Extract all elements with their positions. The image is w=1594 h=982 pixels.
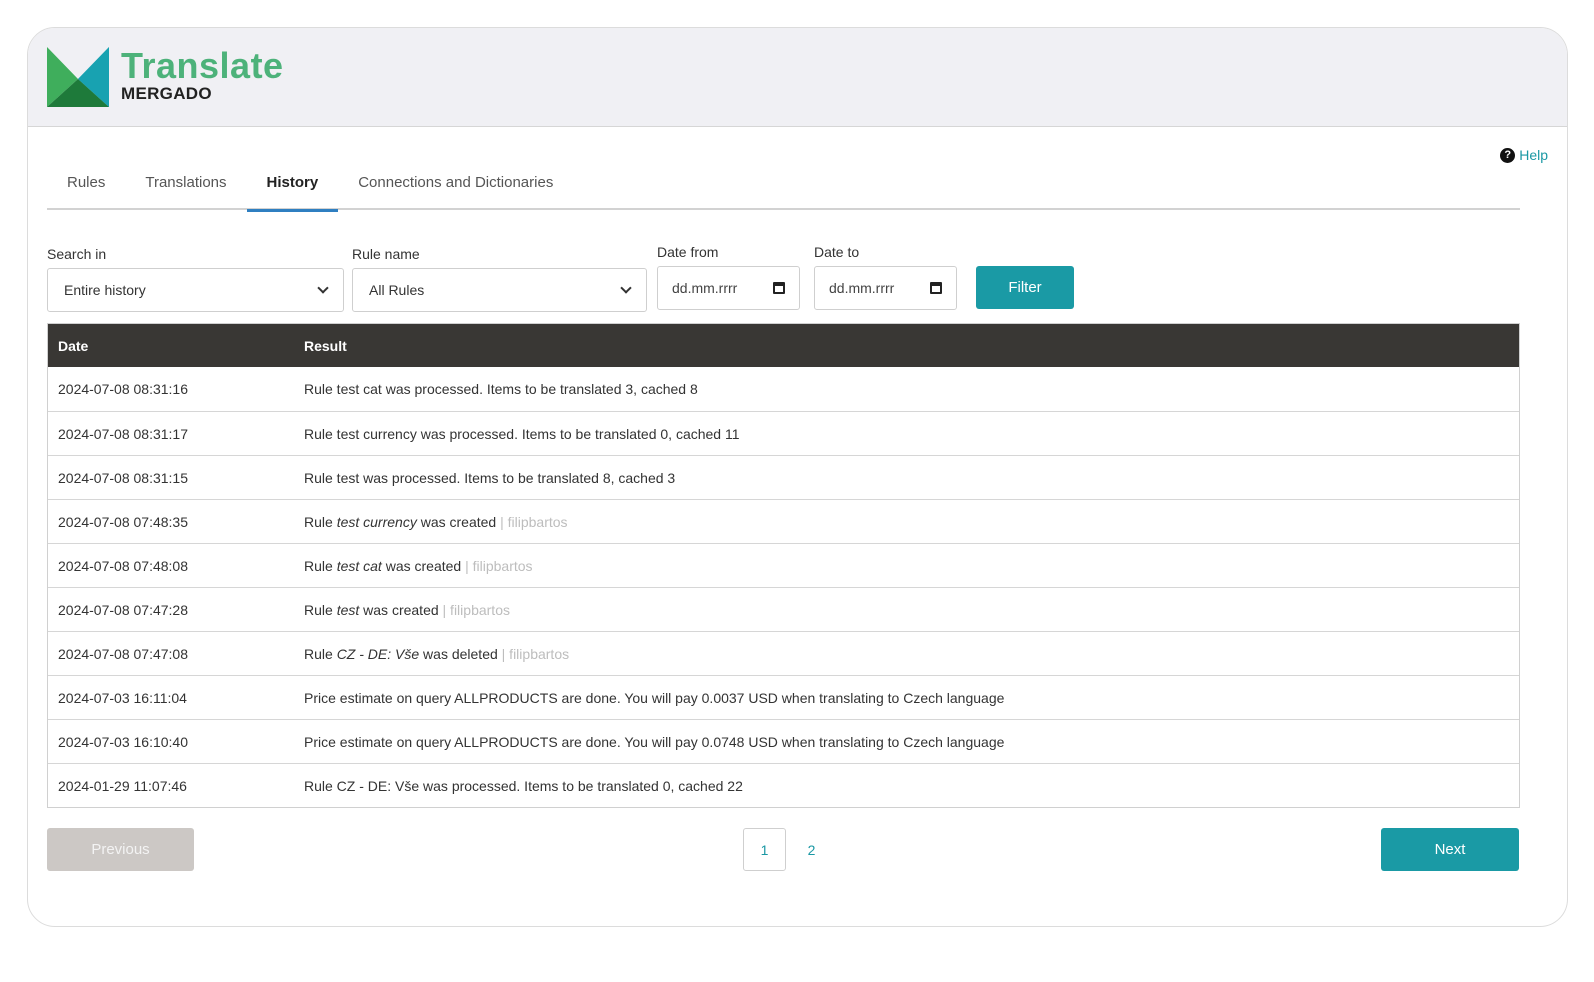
date-to-label: Date to — [814, 244, 860, 260]
question-circle-icon: ? — [1500, 147, 1516, 163]
rule-name-select[interactable]: All Rules — [352, 268, 647, 312]
table-row: 2024-01-29 11:07:46 Rule CZ - DE: Vše was… — [48, 763, 1519, 807]
chevron-down-icon — [620, 282, 632, 294]
row-result: Rule test currency was created | filipba… — [304, 514, 1519, 530]
tab-rules[interactable]: Rules — [47, 164, 125, 210]
table-row: 2024-07-03 16:10:40 Price estimate on que… — [48, 719, 1519, 763]
user-name: | filipbartos — [497, 645, 570, 662]
user-name: | filipbartos — [438, 601, 510, 618]
search-in-field: Search in Entire history — [47, 246, 344, 312]
logo-subtitle: MERGADO — [121, 84, 212, 103]
row-result: Price estimate on query ALLPRODUCTS are … — [304, 734, 1519, 750]
page-1-link[interactable]: 1 — [743, 828, 786, 871]
date-from-placeholder: dd.mm.rrrr — [672, 280, 738, 296]
search-in-label: Search in — [47, 246, 107, 262]
next-button[interactable]: Next — [1381, 828, 1519, 871]
result-text: Rule — [304, 645, 337, 662]
table-row: 2024-07-08 08:31:16 Rule test cat was pro… — [48, 367, 1519, 411]
result-text: Rule test cat was processed. Items to be… — [304, 381, 698, 397]
filter-bar: Search in Entire history Rule name All R… — [47, 244, 1520, 314]
result-text-suffix: was created — [381, 557, 462, 574]
row-result: Rule test currency was processed. Items … — [304, 426, 1519, 442]
pagination-pages: 1 2 — [743, 828, 833, 871]
result-text: Price estimate on query ALLPRODUCTS are … — [304, 689, 1005, 706]
row-date: 2024-07-08 07:47:08 — [58, 645, 188, 662]
date-from-label: Date from — [657, 244, 719, 260]
chevron-down-icon — [317, 282, 329, 294]
tab-translations[interactable]: Translations — [125, 164, 246, 210]
table-body: 2024-07-08 08:31:16 Rule test cat was pro… — [48, 367, 1519, 807]
result-text: Price estimate on query ALLPRODUCTS are … — [304, 733, 1005, 750]
row-result: Rule test was processed. Items to be tra… — [304, 470, 1519, 486]
result-text: Rule CZ - DE: Vše was processed. Items t… — [304, 777, 743, 794]
main-tabs: Rules Translations History Connections a… — [47, 164, 1520, 212]
page-2-link[interactable]: 2 — [790, 828, 833, 871]
app-card: Translate MERGADO ? Help Rules Translati… — [27, 27, 1568, 927]
row-result: Rule test was created | filipbartos — [304, 602, 1519, 618]
rule-name-italic: test currency — [336, 513, 417, 530]
table-row: 2024-07-03 16:11:04 Price estimate on que… — [48, 675, 1519, 719]
table-row: 2024-07-08 07:47:28 Rule test was created… — [48, 587, 1519, 631]
row-date: 2024-07-08 07:48:08 — [58, 557, 188, 574]
result-text-suffix: was deleted — [419, 645, 498, 662]
rule-name-label: Rule name — [352, 246, 420, 262]
table-row: 2024-07-08 07:47:08 Rule CZ - DE: Vše was… — [48, 631, 1519, 675]
translate-logo-icon — [47, 47, 109, 107]
search-in-value: Entire history — [64, 282, 146, 298]
column-header-date: Date — [58, 337, 89, 354]
tab-history[interactable]: History — [246, 164, 339, 212]
rule-name-italic: test cat — [336, 557, 382, 574]
result-text: Rule test currency was processed. Items … — [304, 425, 740, 442]
table-header: Date Result — [48, 324, 1519, 367]
row-result: Rule CZ - DE: Vše was deleted | filipbar… — [304, 646, 1519, 662]
app-header: Translate MERGADO — [28, 28, 1567, 127]
history-table: Date Result 2024-07-08 08:31:16 Rule test… — [47, 323, 1520, 808]
result-text-suffix: was created — [359, 601, 439, 618]
help-link[interactable]: ? Help — [1500, 147, 1548, 163]
result-text: Rule — [304, 557, 337, 574]
rule-name-field: Rule name All Rules — [352, 246, 647, 312]
filter-button[interactable]: Filter — [976, 266, 1074, 309]
row-result: Rule test cat was created | filipbartos — [304, 558, 1519, 574]
logo-title: Translate — [121, 45, 284, 86]
result-text: Rule test was processed. Items to be tra… — [304, 469, 676, 486]
date-to-input[interactable]: dd.mm.rrrr — [814, 266, 957, 310]
row-date: 2024-07-08 07:47:28 — [58, 601, 188, 618]
result-text: Rule — [304, 601, 337, 618]
row-date: 2024-07-03 16:10:40 — [58, 733, 188, 750]
calendar-icon[interactable] — [773, 282, 785, 294]
result-text-suffix: was created — [416, 513, 497, 530]
row-date: 2024-07-08 08:31:15 — [58, 469, 188, 486]
table-row: 2024-07-08 07:48:08 Rule test cat was cre… — [48, 543, 1519, 587]
row-date: 2024-07-08 07:48:35 — [58, 513, 188, 530]
help-label: Help — [1519, 147, 1548, 163]
search-in-select[interactable]: Entire history — [47, 268, 344, 312]
row-result: Rule CZ - DE: Vše was processed. Items t… — [304, 778, 1519, 794]
row-result: Price estimate on query ALLPRODUCTS are … — [304, 690, 1519, 706]
column-header-result: Result — [304, 337, 347, 354]
row-date: 2024-07-08 08:31:17 — [58, 425, 188, 442]
rule-name-italic: CZ - DE: Vše — [336, 645, 420, 662]
table-row: 2024-07-08 08:31:17 Rule test currency wa… — [48, 411, 1519, 455]
row-date: 2024-07-03 16:11:04 — [58, 689, 187, 706]
user-name: | filipbartos — [496, 513, 568, 530]
date-from-field: Date from dd.mm.rrrr — [657, 244, 800, 310]
date-to-placeholder: dd.mm.rrrr — [829, 280, 895, 296]
table-row: 2024-07-08 07:48:35 Rule test currency wa… — [48, 499, 1519, 543]
previous-button[interactable]: Previous — [47, 828, 194, 871]
calendar-icon[interactable] — [930, 282, 942, 294]
row-result: Rule test cat was processed. Items to be… — [304, 381, 1519, 397]
date-to-field: Date to dd.mm.rrrr — [814, 244, 957, 310]
rule-name-italic: test — [336, 601, 360, 618]
rule-name-value: All Rules — [369, 282, 425, 298]
row-date: 2024-07-08 08:31:16 — [58, 381, 188, 397]
tab-connections-and-dictionaries[interactable]: Connections and Dictionaries — [338, 164, 573, 210]
logo-text: Translate MERGADO — [121, 47, 284, 103]
result-text: Rule — [304, 513, 337, 530]
user-name: | filipbartos — [461, 557, 533, 574]
table-row: 2024-07-08 08:31:15 Rule test was process… — [48, 455, 1519, 499]
date-from-input[interactable]: dd.mm.rrrr — [657, 266, 800, 310]
row-date: 2024-01-29 11:07:46 — [58, 777, 187, 794]
